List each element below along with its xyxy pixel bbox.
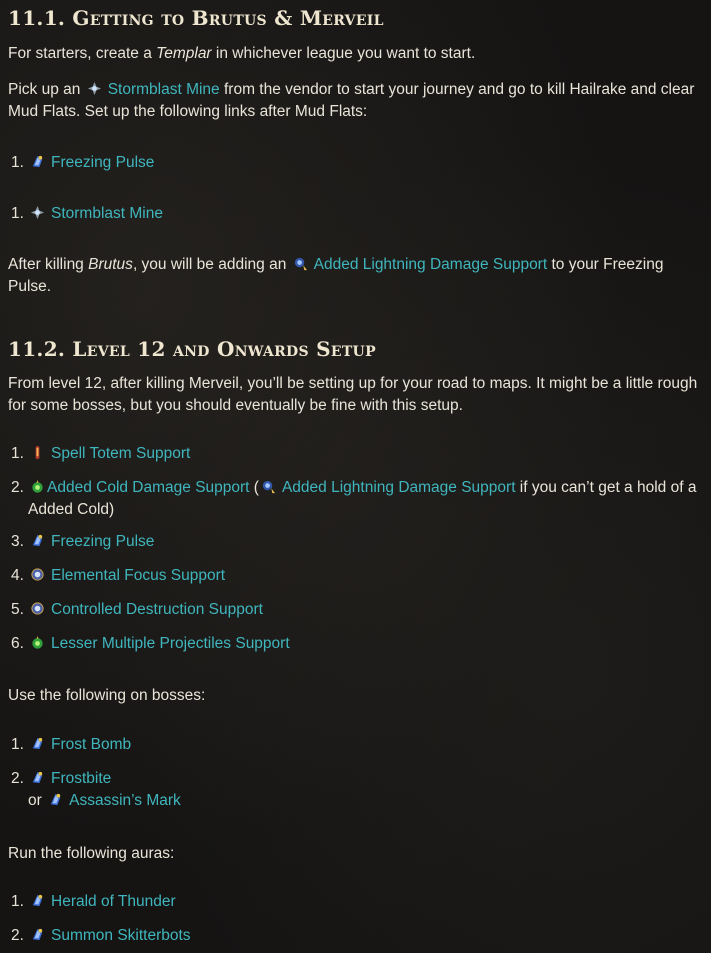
freezing-pulse-link[interactable]: Freezing Pulse xyxy=(51,533,154,550)
brutus-paragraph: After killing Brutus, you will be adding… xyxy=(8,256,664,295)
frost-bomb-icon xyxy=(30,736,45,751)
summon-skitterbots-link[interactable]: Summon Skitterbots xyxy=(51,927,191,944)
added-lightning-link[interactable]: Added Lightning Damage Support xyxy=(314,256,548,273)
freezing-pulse-link[interactable]: Freezing Pulse xyxy=(51,154,154,171)
auras-list: 1. Herald of Thunder 2. Summon Skitterbots xyxy=(8,891,703,947)
list-item: 3. Freezing Pulse xyxy=(11,533,155,550)
frost-bomb-link[interactable]: Frost Bomb xyxy=(51,736,131,753)
added-lightning-link[interactable]: Added Lightning Damage Support xyxy=(282,479,516,496)
list-item: 1. Herald of Thunder xyxy=(11,893,176,910)
section-title-getting-to-brutus: 11.1. Getting to Brutus & Merveil xyxy=(8,6,384,30)
stormblast-mine-icon xyxy=(87,81,102,96)
added-lightning-icon xyxy=(293,256,308,271)
elemental-focus-link[interactable]: Elemental Focus Support xyxy=(51,567,225,584)
stormblast-mine-link[interactable]: Stormblast Mine xyxy=(108,81,220,98)
assassins-mark-icon xyxy=(48,792,63,807)
list-item: 1. Frost Bomb xyxy=(11,736,132,753)
summon-skitterbots-icon xyxy=(30,927,45,942)
stormblast-paragraph: Pick up an Stormblast Mine from the vend… xyxy=(8,81,695,120)
assassins-mark-link[interactable]: Assassin’s Mark xyxy=(69,792,181,809)
lmp-icon xyxy=(30,635,45,650)
lmp-link[interactable]: Lesser Multiple Projectiles Support xyxy=(51,635,290,652)
bosses-list: 1. Frost Bomb 2. Frostbite or Assassin’s Ma… xyxy=(8,734,703,812)
controlled-destruction-link[interactable]: Controlled Destruction Support xyxy=(51,601,263,618)
spell-totem-link[interactable]: Spell Totem Support xyxy=(51,445,190,462)
bosses-intro: Use the following on bosses: xyxy=(8,687,206,704)
auras-intro: Run the following auras: xyxy=(8,845,175,862)
freezing-pulse-icon xyxy=(30,154,45,169)
section-title-level-12: 11.2. Level 12 and Onwards Setup xyxy=(8,337,376,361)
list-item: 5. Controlled Destruction Support xyxy=(11,601,263,618)
stormblast-mine-link[interactable]: Stormblast Mine xyxy=(51,205,163,222)
elemental-focus-icon xyxy=(30,567,45,582)
links-list-a: 1. Freezing Pulse xyxy=(8,152,703,174)
herald-of-thunder-link[interactable]: Herald of Thunder xyxy=(51,893,176,910)
stormblast-mine-icon xyxy=(30,205,45,220)
list-item: 1. Stormblast Mine xyxy=(11,205,163,222)
list-item: 1. Freezing Pulse xyxy=(11,154,155,171)
templar-emphasis: Templar xyxy=(156,45,212,62)
freezing-pulse-icon xyxy=(30,533,45,548)
list-item: 4. Elemental Focus Support xyxy=(11,567,226,584)
list-item: 2. Summon Skitterbots xyxy=(11,927,191,944)
list-item: 2. Frostbite or Assassin’s Mark xyxy=(11,770,181,809)
setup-list: 1. Spell Totem Support 2. Added Cold Damag… xyxy=(8,443,703,655)
added-cold-link[interactable]: Added Cold Damage Support xyxy=(47,479,250,496)
list-item: 1. Spell Totem Support xyxy=(11,445,191,462)
intro-paragraph: For starters, create a Templar in whiche… xyxy=(8,45,476,62)
list-item: 6. Lesser Multiple Projectiles Support xyxy=(11,635,290,652)
frostbite-icon xyxy=(30,770,45,785)
controlled-destruction-icon xyxy=(30,601,45,616)
list-item: 2. Added Cold Damage Support (Added Light… xyxy=(11,479,697,518)
frostbite-link[interactable]: Frostbite xyxy=(51,770,111,787)
herald-of-thunder-icon xyxy=(30,893,45,908)
brutus-emphasis: Brutus xyxy=(88,256,133,273)
added-cold-icon xyxy=(30,479,45,494)
links-list-b: 1. Stormblast Mine xyxy=(8,203,703,225)
level-12-paragraph: From level 12, after killing Merveil, yo… xyxy=(8,375,698,414)
spell-totem-icon xyxy=(30,445,45,460)
added-lightning-icon xyxy=(261,479,276,494)
or-label: or xyxy=(28,792,42,809)
